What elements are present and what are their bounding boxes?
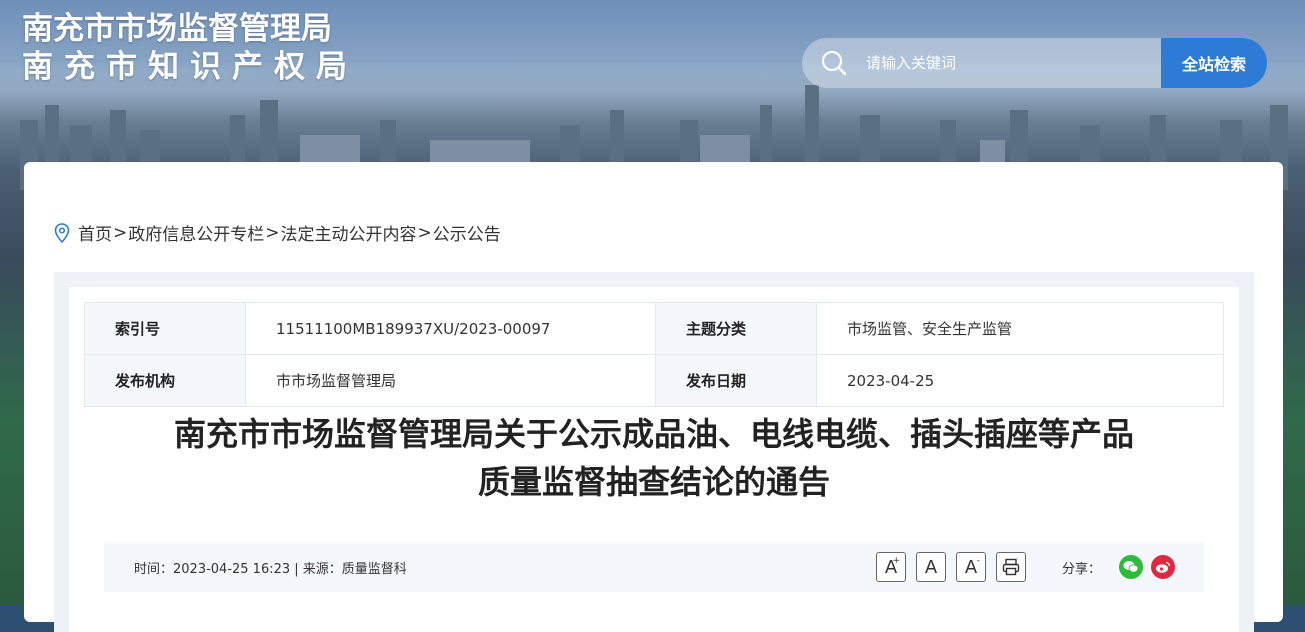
breadcrumb-public-content[interactable]: 法定主动公开内容: [281, 220, 417, 245]
index-label: 索引号: [84, 302, 246, 355]
breadcrumb-separator: >: [265, 222, 280, 243]
location-pin-icon: [54, 222, 70, 243]
wechat-share-icon[interactable]: [1119, 555, 1144, 579]
font-size-tools: A + A A -: [876, 552, 1026, 582]
site-title-line2: 南充市知识产权局: [22, 49, 358, 85]
search-bar: 全站检索: [802, 38, 1267, 88]
document-title-line2: 质量监督抽查结论的通告: [477, 463, 830, 501]
content-panel: 索引号 11511100MB189937XU/2023-00097 主题分类 市…: [54, 272, 1254, 632]
breadcrumb-notices[interactable]: 公示公告: [433, 220, 501, 245]
document-title: 南充市市场监督管理局关于公示成品油、电线电缆、插头插座等产品 质量监督抽查结论的…: [69, 410, 1239, 506]
share-area: 分享：: [1062, 555, 1176, 579]
index-value: 11511100MB189937XU/2023-00097: [245, 302, 656, 355]
search-input[interactable]: [848, 38, 1161, 88]
breadcrumb-home[interactable]: 首页: [78, 220, 112, 245]
document-title-line1: 南充市市场监督管理局关于公示成品油、电线电缆、插头插座等产品: [173, 415, 1134, 453]
breadcrumb: 首页 > 政府信息公开专栏 > 法定主动公开内容 > 公示公告: [54, 220, 501, 245]
document-info-bar: 时间：2023-04-25 16:23 | 来源：质量监督科 A + A A -: [104, 542, 1204, 592]
print-button[interactable]: [996, 552, 1026, 582]
meta-row: 索引号 11511100MB189937XU/2023-00097 主题分类 市…: [84, 302, 1224, 355]
weibo-share-icon[interactable]: [1151, 555, 1176, 579]
meta-row: 发布机构 市市场监督管理局 发布日期 2023-04-25: [84, 354, 1224, 407]
publisher-label: 发布机构: [84, 354, 246, 407]
font-normal-glyph: A: [924, 556, 938, 578]
font-decrease-button[interactable]: A -: [956, 552, 986, 582]
article-container: 索引号 11511100MB189937XU/2023-00097 主题分类 市…: [69, 287, 1239, 632]
printer-icon: [1002, 558, 1020, 576]
publish-time-source: 时间：2023-04-25 16:23 | 来源：质量监督科: [134, 561, 407, 577]
topic-label: 主题分类: [655, 302, 817, 355]
font-increase-button[interactable]: A +: [876, 552, 906, 582]
plus-sign: +: [892, 556, 900, 566]
site-title-line1: 南充市市场监督管理局: [22, 11, 332, 47]
breadcrumb-separator: >: [113, 222, 128, 243]
share-label: 分享：: [1062, 561, 1102, 577]
date-value: 2023-04-25: [816, 354, 1224, 407]
content-card: 首页 > 政府信息公开专栏 > 法定主动公开内容 > 公示公告 索引号 1151…: [24, 162, 1283, 632]
date-label: 发布日期: [655, 354, 817, 407]
font-decrease-glyph: A: [964, 556, 978, 578]
search-icon[interactable]: [820, 49, 848, 77]
breadcrumb-separator: >: [417, 222, 432, 243]
font-normal-button[interactable]: A: [916, 552, 946, 582]
site-search-button[interactable]: 全站检索: [1161, 38, 1267, 88]
publisher-value: 市市场监督管理局: [245, 354, 656, 407]
site-header: 南充市市场监督管理局 南充市知识产权局: [22, 10, 358, 86]
breadcrumb-gov-info[interactable]: 政府信息公开专栏: [128, 220, 264, 245]
document-meta-table: 索引号 11511100MB189937XU/2023-00097 主题分类 市…: [84, 302, 1224, 407]
minus-sign: -: [976, 556, 980, 566]
topic-value: 市场监管、安全生产监管: [816, 302, 1224, 355]
